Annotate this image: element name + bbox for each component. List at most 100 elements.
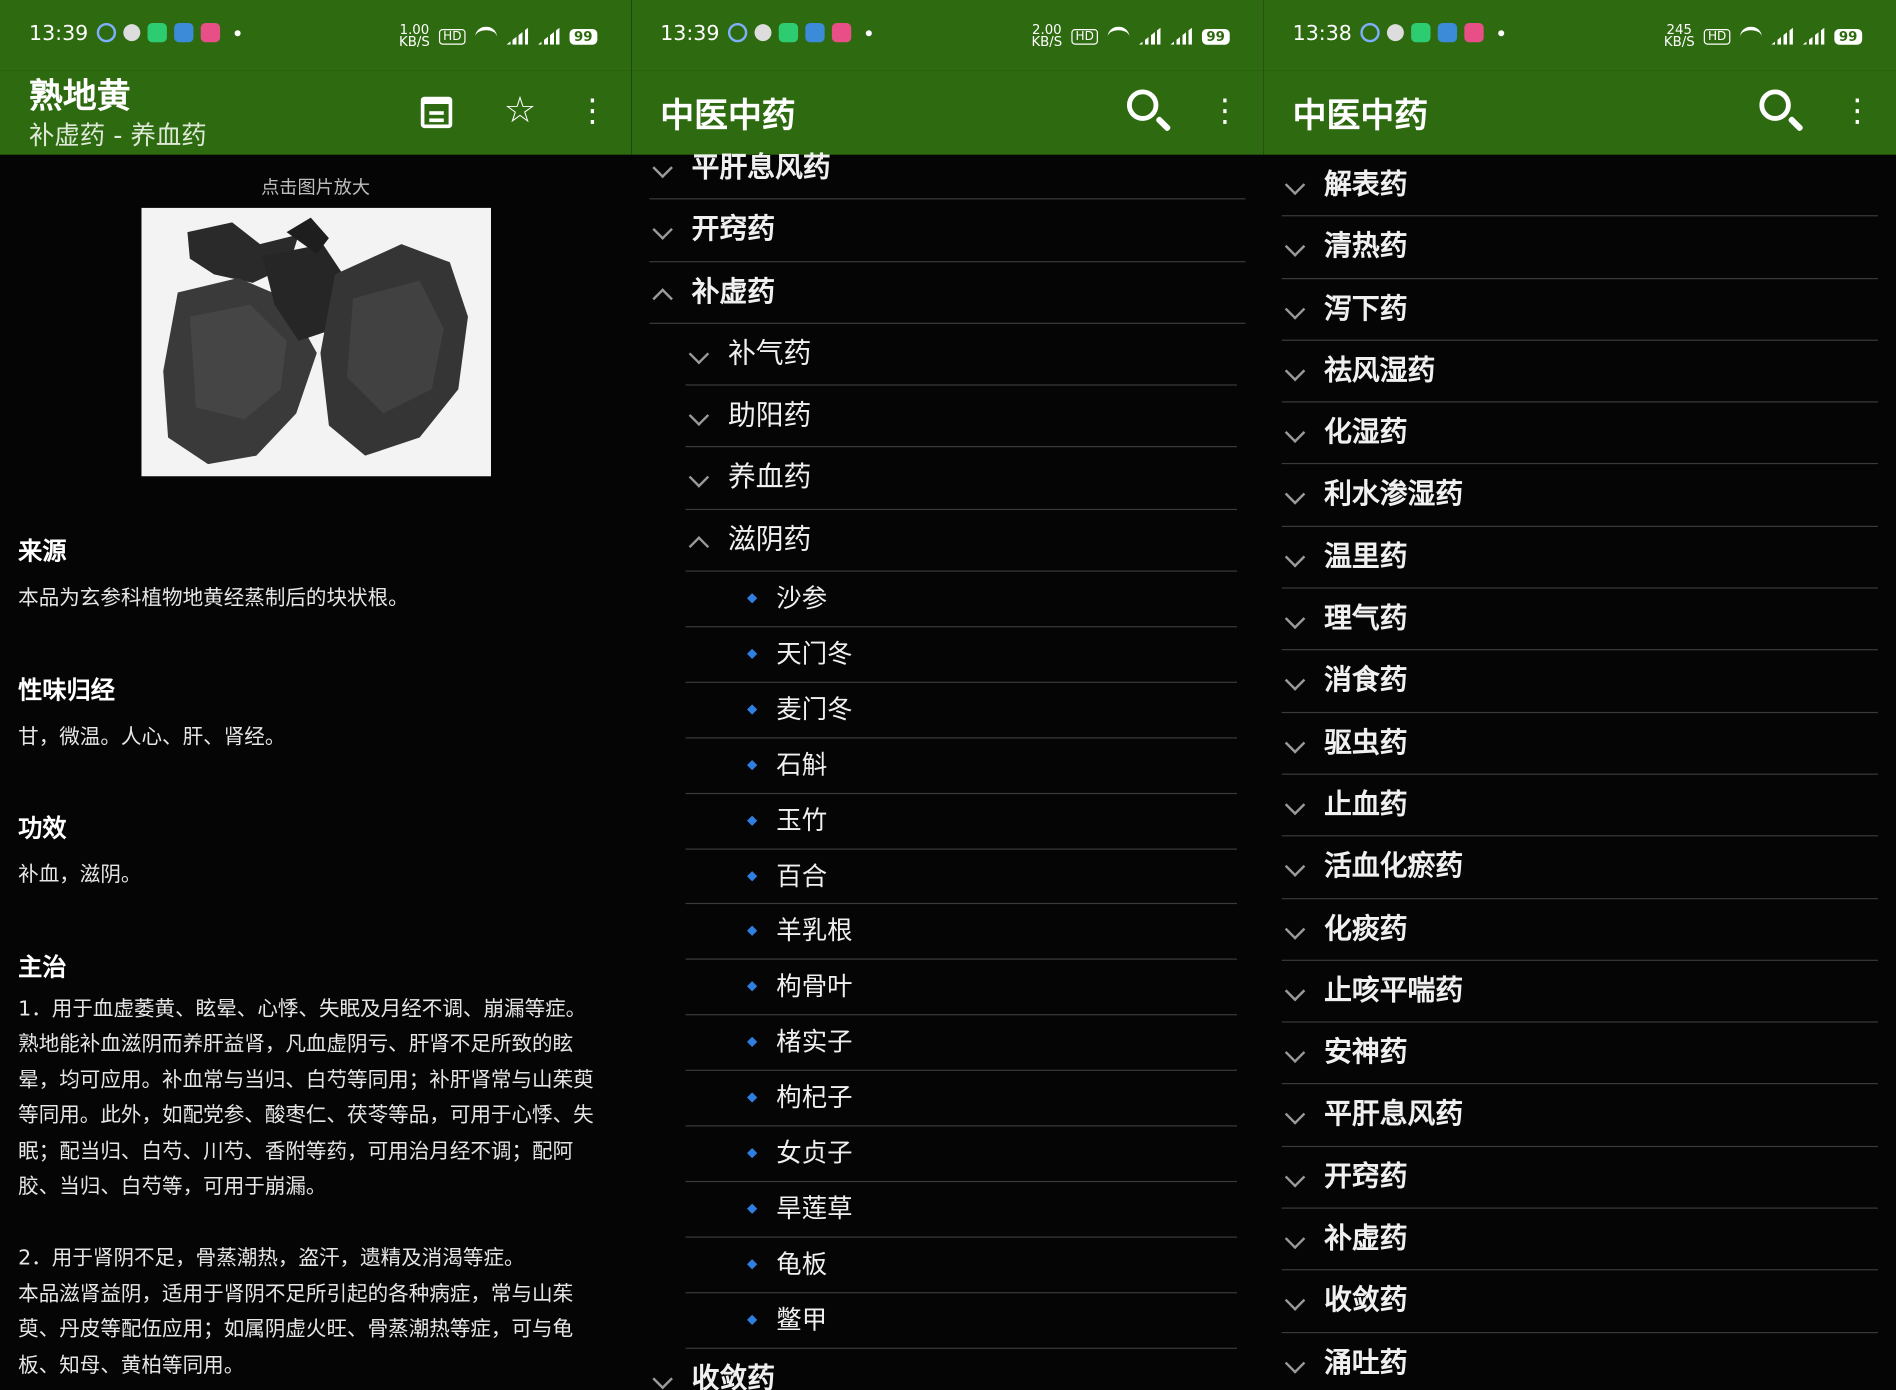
herb-item[interactable]: 旱莲草 — [631, 1182, 1263, 1238]
category-item[interactable]: 解表药 — [1264, 155, 1896, 217]
item-label: 枸杞子 — [776, 1083, 853, 1113]
chevron-down-icon[interactable] — [1284, 546, 1306, 568]
chevron-down-icon[interactable] — [1284, 1228, 1306, 1250]
category-item[interactable]: 养血药 — [631, 448, 1263, 510]
section-heading-indications: 主治 — [18, 951, 67, 981]
category-item[interactable]: 泻下药 — [1264, 279, 1896, 341]
herb-item[interactable]: 枸杞子 — [631, 1071, 1263, 1127]
category-item[interactable]: 温里药 — [1264, 527, 1896, 589]
chevron-down-icon[interactable] — [1284, 608, 1306, 630]
detail-screen: 13:39 1.00 KB/S HD 99 熟地黄 补虚药 - 养血药 ☆ ⋮ … — [0, 0, 632, 1390]
chevron-down-icon[interactable] — [1284, 298, 1306, 320]
chevron-down-icon[interactable] — [1284, 1042, 1306, 1064]
app-notification-icon — [1464, 22, 1484, 43]
chevron-down-icon[interactable] — [1284, 1104, 1306, 1126]
category-item[interactable]: 清热药 — [1264, 217, 1896, 279]
shield-notification-icon — [174, 22, 194, 43]
search-icon[interactable] — [1759, 89, 1791, 121]
star-icon[interactable]: ☆ — [498, 89, 542, 133]
chevron-down-icon[interactable] — [1284, 484, 1306, 506]
chevron-down-icon[interactable] — [688, 343, 710, 365]
chevron-down-icon[interactable] — [1284, 856, 1306, 878]
diamond-bullet-icon — [746, 815, 758, 826]
item-label: 安神药 — [1324, 1037, 1408, 1069]
more-vert-icon[interactable]: ⋮ — [1836, 89, 1880, 133]
category-item[interactable]: 开窍药 — [631, 200, 1263, 262]
calendar-icon[interactable] — [420, 96, 453, 129]
item-label: 止血药 — [1324, 789, 1408, 821]
category-item[interactable]: 化湿药 — [1264, 403, 1896, 465]
item-label: 化痰药 — [1324, 913, 1408, 945]
herb-item[interactable]: 女贞子 — [631, 1126, 1263, 1182]
chevron-down-icon[interactable] — [1284, 236, 1306, 258]
category-item[interactable]: 安神药 — [1264, 1023, 1896, 1085]
network-speed: 245 KB/S — [1663, 21, 1695, 50]
app-notification-icon — [1411, 22, 1431, 43]
category-item[interactable]: 驱虫药 — [1264, 713, 1896, 775]
battery-level: 99 — [1833, 28, 1863, 45]
section-body-indications: 1．用于血虚萎黄、眩晕、心悸、失眠及月经不调、崩漏等症。 熟地能补血滋阴而养肝益… — [18, 996, 594, 1378]
category-item[interactable]: 祛风湿药 — [1264, 341, 1896, 403]
chevron-down-icon[interactable] — [1284, 670, 1306, 692]
category-item[interactable]: 涌吐药 — [1264, 1333, 1896, 1390]
herb-item[interactable]: 石斛 — [631, 738, 1263, 794]
item-label: 石斛 — [776, 750, 828, 780]
app-notification-icon — [1360, 22, 1380, 43]
wifi-icon — [474, 25, 497, 47]
herb-item[interactable]: 天门冬 — [631, 627, 1263, 683]
search-icon[interactable] — [1126, 89, 1159, 121]
chevron-down-icon[interactable] — [1284, 732, 1306, 754]
category-item[interactable]: 滋阴药 — [631, 510, 1263, 572]
chevron-down-icon[interactable] — [1284, 1352, 1306, 1374]
section-heading-effect: 功效 — [18, 813, 67, 843]
chevron-up-icon[interactable] — [688, 535, 710, 557]
diamond-bullet-icon — [746, 1092, 758, 1103]
category-item[interactable]: 化痰药 — [1264, 899, 1896, 961]
chevron-down-icon[interactable] — [652, 1368, 673, 1389]
category-item[interactable]: 收敛药 — [631, 1348, 1263, 1390]
chevron-down-icon[interactable] — [652, 157, 673, 179]
chevron-down-icon[interactable] — [652, 219, 673, 241]
herb-photo[interactable] — [141, 207, 491, 477]
herb-item[interactable]: 百合 — [631, 849, 1263, 905]
chevron-down-icon[interactable] — [1284, 980, 1306, 1002]
chevron-down-icon[interactable] — [1284, 360, 1306, 382]
more-vert-icon[interactable]: ⋮ — [571, 89, 615, 133]
category-item[interactable]: 补虚药 — [1264, 1209, 1896, 1271]
chevron-down-icon[interactable] — [1284, 1166, 1306, 1188]
category-item[interactable]: 止咳平喘药 — [1264, 961, 1896, 1023]
herb-item[interactable]: 麦门冬 — [631, 683, 1263, 739]
category-item[interactable]: 开窍药 — [1264, 1147, 1896, 1209]
herb-item[interactable]: 龟板 — [631, 1237, 1263, 1293]
category-item[interactable]: 补气药 — [631, 324, 1263, 386]
herb-item[interactable]: 羊乳根 — [631, 905, 1263, 961]
category-item[interactable]: 平肝息风药 — [631, 138, 1263, 200]
chevron-down-icon[interactable] — [688, 467, 710, 489]
chevron-down-icon[interactable] — [1284, 1290, 1306, 1312]
item-label: 消食药 — [1324, 665, 1408, 697]
more-vert-icon[interactable]: ⋮ — [1203, 89, 1247, 133]
item-label: 旱莲草 — [776, 1194, 853, 1224]
chevron-down-icon[interactable] — [1284, 918, 1306, 940]
item-label: 枸骨叶 — [776, 972, 853, 1002]
category-item[interactable]: 收敛药 — [1264, 1271, 1896, 1333]
herb-item[interactable]: 玉竹 — [631, 794, 1263, 850]
category-item[interactable]: 活血化瘀药 — [1264, 837, 1896, 899]
chevron-down-icon[interactable] — [1284, 422, 1306, 444]
category-item[interactable]: 助阳药 — [631, 386, 1263, 448]
chevron-down-icon[interactable] — [1284, 174, 1306, 196]
category-item[interactable]: 利水渗湿药 — [1264, 465, 1896, 527]
herb-item[interactable]: 枸骨叶 — [631, 960, 1263, 1016]
herb-item[interactable]: 楮实子 — [631, 1016, 1263, 1072]
category-item[interactable]: 消食药 — [1264, 651, 1896, 713]
chevron-down-icon[interactable] — [1284, 794, 1306, 816]
herb-item[interactable]: 鳖甲 — [631, 1293, 1263, 1349]
chevron-down-icon[interactable] — [688, 405, 710, 427]
category-item[interactable]: 补虚药 — [631, 262, 1263, 324]
chevron-up-icon[interactable] — [652, 287, 673, 309]
category-item[interactable]: 平肝息风药 — [1264, 1085, 1896, 1147]
more-notifications-dot — [1498, 29, 1505, 36]
category-item[interactable]: 止血药 — [1264, 775, 1896, 837]
herb-item[interactable]: 沙参 — [631, 572, 1263, 628]
category-item[interactable]: 理气药 — [1264, 589, 1896, 651]
